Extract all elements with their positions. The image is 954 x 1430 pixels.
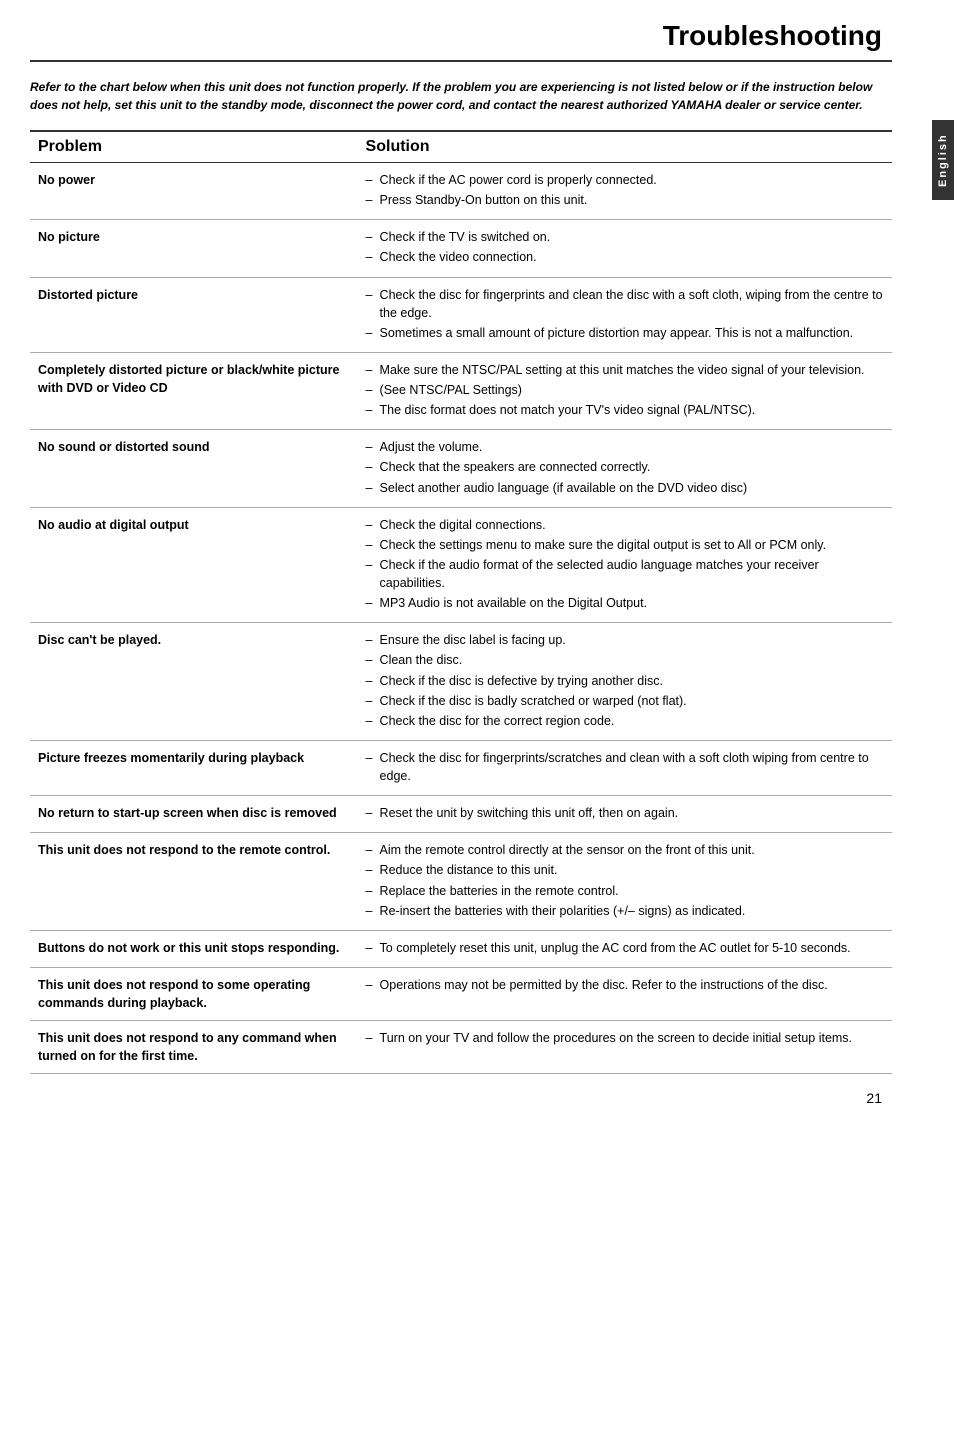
solution-item: Operations may not be permitted by the d… bbox=[366, 976, 884, 994]
solution-item: Reduce the distance to this unit. bbox=[366, 861, 884, 879]
solution-cell: Adjust the volume. Check that the speaker… bbox=[358, 430, 892, 507]
solution-item: To completely reset this unit, unplug th… bbox=[366, 939, 884, 957]
page-number: 21 bbox=[30, 1090, 892, 1106]
solution-list: Operations may not be permitted by the d… bbox=[366, 976, 884, 994]
solution-cell: Turn on your TV and follow the procedure… bbox=[358, 1021, 892, 1074]
solution-item: Check if the audio format of the selecte… bbox=[366, 556, 884, 592]
solution-list: Aim the remote control directly at the s… bbox=[366, 841, 884, 920]
table-row: Buttons do not work or this unit stops r… bbox=[30, 930, 892, 967]
troubleshooting-table: Problem Solution No power Check if the AC… bbox=[30, 130, 892, 1074]
col-solution-header: Solution bbox=[358, 131, 892, 163]
problem-cell: No power bbox=[30, 163, 358, 220]
table-row: No power Check if the AC power cord is pr… bbox=[30, 163, 892, 220]
problem-cell: Distorted picture bbox=[30, 277, 358, 352]
solution-cell: Make sure the NTSC/PAL setting at this u… bbox=[358, 352, 892, 429]
table-row: No return to start-up screen when disc i… bbox=[30, 796, 892, 833]
problem-cell: Completely distorted picture or black/wh… bbox=[30, 352, 358, 429]
solution-list: Check if the AC power cord is properly c… bbox=[366, 171, 884, 209]
intro-text: Refer to the chart below when this unit … bbox=[30, 78, 892, 114]
table-row: Disc can't be played.Ensure the disc lab… bbox=[30, 623, 892, 741]
solution-item: Turn on your TV and follow the procedure… bbox=[366, 1029, 884, 1047]
table-row: This unit does not respond to some opera… bbox=[30, 967, 892, 1020]
solution-list: Turn on your TV and follow the procedure… bbox=[366, 1029, 884, 1047]
solution-cell: Check the digital connections. Check the … bbox=[358, 507, 892, 623]
solution-item: Reset the unit by switching this unit of… bbox=[366, 804, 884, 822]
table-row: This unit does not respond to any comman… bbox=[30, 1021, 892, 1074]
page-container: English Troubleshooting Refer to the cha… bbox=[0, 0, 954, 1430]
table-row: No audio at digital outputCheck the digi… bbox=[30, 507, 892, 623]
solution-item: Sometimes a small amount of picture dist… bbox=[366, 324, 884, 342]
solution-item: Check the disc for the correct region co… bbox=[366, 712, 884, 730]
solution-cell: Check if the TV is switched on. Check the… bbox=[358, 220, 892, 277]
solution-cell: Check the disc for fingerprints and clea… bbox=[358, 277, 892, 352]
solution-item: Adjust the volume. bbox=[366, 438, 884, 456]
solution-item: Check that the speakers are connected co… bbox=[366, 458, 884, 476]
table-row: Picture freezes momentarily during playb… bbox=[30, 740, 892, 795]
solution-item: (See NTSC/PAL Settings) bbox=[366, 381, 884, 399]
problem-cell: Disc can't be played. bbox=[30, 623, 358, 741]
solution-item: Check the settings menu to make sure the… bbox=[366, 536, 884, 554]
solution-item: Check the disc for fingerprints/scratche… bbox=[366, 749, 884, 785]
tab-label: English bbox=[937, 133, 949, 187]
solution-list: Reset the unit by switching this unit of… bbox=[366, 804, 884, 822]
solution-list: Check the disc for fingerprints and clea… bbox=[366, 286, 884, 342]
solution-item: Check the video connection. bbox=[366, 248, 884, 266]
table-row: Distorted pictureCheck the disc for fing… bbox=[30, 277, 892, 352]
table-row: No pictureCheck if the TV is switched on… bbox=[30, 220, 892, 277]
solution-item: Check if the AC power cord is properly c… bbox=[366, 171, 884, 189]
solution-list: Check the digital connections. Check the … bbox=[366, 516, 884, 613]
solution-list: Ensure the disc label is facing up. Clean… bbox=[366, 631, 884, 730]
solution-item: Re-insert the batteries with their polar… bbox=[366, 902, 884, 920]
solution-cell: Operations may not be permitted by the d… bbox=[358, 967, 892, 1020]
solution-item: Check the disc for fingerprints and clea… bbox=[366, 286, 884, 322]
solution-cell: To completely reset this unit, unplug th… bbox=[358, 930, 892, 967]
problem-cell: Picture freezes momentarily during playb… bbox=[30, 740, 358, 795]
solution-cell: Check if the AC power cord is properly c… bbox=[358, 163, 892, 220]
problem-cell: This unit does not respond to the remote… bbox=[30, 833, 358, 931]
problem-cell: No sound or distorted sound bbox=[30, 430, 358, 507]
solution-item: Check if the TV is switched on. bbox=[366, 228, 884, 246]
solution-item: Aim the remote control directly at the s… bbox=[366, 841, 884, 859]
solution-item: MP3 Audio is not available on the Digita… bbox=[366, 594, 884, 612]
problem-cell: No picture bbox=[30, 220, 358, 277]
solution-list: Adjust the volume. Check that the speaker… bbox=[366, 438, 884, 496]
solution-cell: Aim the remote control directly at the s… bbox=[358, 833, 892, 931]
solution-item: Ensure the disc label is facing up. bbox=[366, 631, 884, 649]
table-row: Completely distorted picture or black/wh… bbox=[30, 352, 892, 429]
page-title: Troubleshooting bbox=[30, 20, 892, 62]
solution-item: Check if the disc is badly scratched or … bbox=[366, 692, 884, 710]
solution-list: To completely reset this unit, unplug th… bbox=[366, 939, 884, 957]
solution-list: Check the disc for fingerprints/scratche… bbox=[366, 749, 884, 785]
solution-item: Make sure the NTSC/PAL setting at this u… bbox=[366, 361, 884, 379]
solution-cell: Ensure the disc label is facing up. Clean… bbox=[358, 623, 892, 741]
solution-item: Replace the batteries in the remote cont… bbox=[366, 882, 884, 900]
problem-cell: No audio at digital output bbox=[30, 507, 358, 623]
solution-item: Clean the disc. bbox=[366, 651, 884, 669]
solution-item: Select another audio language (if availa… bbox=[366, 479, 884, 497]
solution-list: Make sure the NTSC/PAL setting at this u… bbox=[366, 361, 884, 419]
solution-list: Check if the TV is switched on. Check the… bbox=[366, 228, 884, 266]
solution-item: Check the digital connections. bbox=[366, 516, 884, 534]
problem-cell: This unit does not respond to some opera… bbox=[30, 967, 358, 1020]
table-row: This unit does not respond to the remote… bbox=[30, 833, 892, 931]
problem-cell: This unit does not respond to any comman… bbox=[30, 1021, 358, 1074]
problem-cell: Buttons do not work or this unit stops r… bbox=[30, 930, 358, 967]
solution-cell: Reset the unit by switching this unit of… bbox=[358, 796, 892, 833]
solution-cell: Check the disc for fingerprints/scratche… bbox=[358, 740, 892, 795]
solution-item: The disc format does not match your TV's… bbox=[366, 401, 884, 419]
english-tab: English bbox=[932, 120, 954, 200]
solution-item: Check if the disc is defective by trying… bbox=[366, 672, 884, 690]
table-row: No sound or distorted soundAdjust the vo… bbox=[30, 430, 892, 507]
solution-item: Press Standby-On button on this unit. bbox=[366, 191, 884, 209]
problem-cell: No return to start-up screen when disc i… bbox=[30, 796, 358, 833]
col-problem-header: Problem bbox=[30, 131, 358, 163]
content-area: Troubleshooting Refer to the chart below… bbox=[0, 0, 932, 1126]
